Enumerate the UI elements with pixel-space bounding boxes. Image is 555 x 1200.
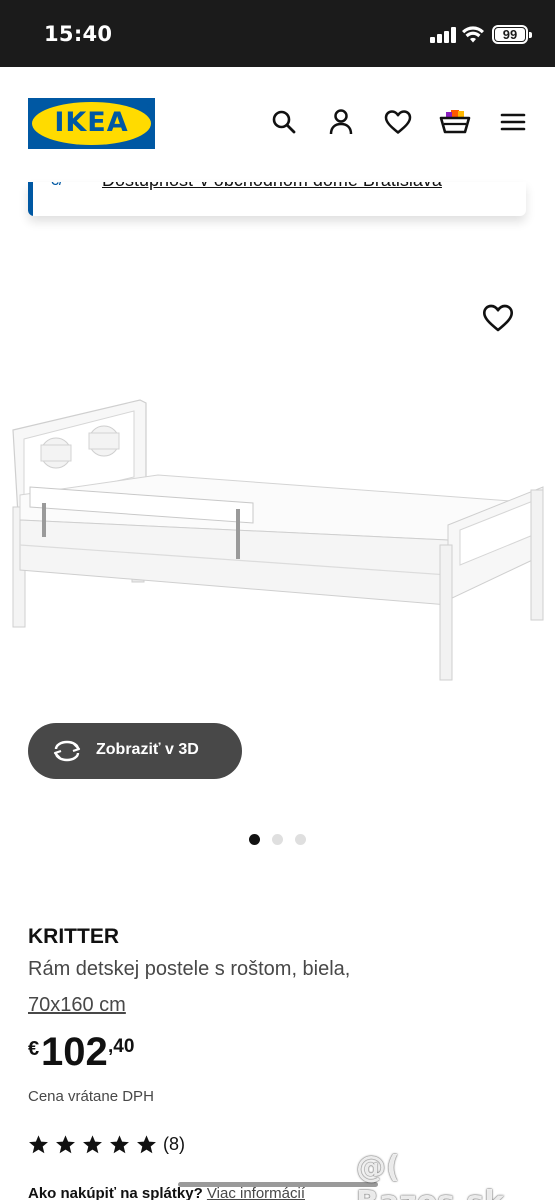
rotate-3d-icon <box>53 740 81 762</box>
installment-info: Ako nakúpiť na splátky? Viac informácií <box>28 1185 305 1200</box>
star-icon <box>137 1135 156 1154</box>
search-icon[interactable] <box>269 107 299 137</box>
product-description: Rám detskej postele s roštom, biela, <box>28 958 351 980</box>
store-icon: €/ <box>50 182 63 190</box>
status-time: 15:40 <box>44 22 113 46</box>
availability-banner[interactable]: €/ Dostupnosť v obchodnom dome Bratislav… <box>28 182 526 216</box>
logo-text: IKEA <box>54 107 129 138</box>
carousel-dot[interactable] <box>249 834 260 845</box>
ikea-logo[interactable]: IKEA ® <box>28 98 155 149</box>
star-icon <box>56 1135 75 1154</box>
price-integer: 102 <box>41 1030 108 1074</box>
installment-link[interactable]: Viac informácií <box>207 1185 305 1200</box>
view-3d-label: Zobraziť v 3D <box>96 741 199 758</box>
basket-icon[interactable] <box>438 107 472 137</box>
favourite-icon[interactable] <box>482 303 514 335</box>
site-header: IKEA ® <box>0 67 555 182</box>
star-icon <box>29 1135 48 1154</box>
home-indicator[interactable] <box>178 1182 378 1187</box>
price-decimals: ,40 <box>108 1036 135 1057</box>
vat-note: Cena vrátane DPH <box>28 1088 154 1105</box>
battery-level: 99 <box>495 28 525 41</box>
star-icon <box>83 1135 102 1154</box>
installment-question: Ako nakúpiť na splátky? <box>28 1185 203 1200</box>
watermark: @( Bazos.sk <box>356 1150 504 1200</box>
star-icon <box>110 1135 129 1154</box>
availability-link[interactable]: Dostupnosť v obchodnom dome Bratislava <box>102 182 442 191</box>
review-count[interactable]: (8) <box>163 1134 185 1155</box>
product-image[interactable] <box>8 395 548 685</box>
product-name: KRITTER <box>28 925 119 948</box>
menu-icon[interactable] <box>498 107 528 137</box>
wifi-icon <box>462 26 484 43</box>
signal-icon <box>430 27 456 43</box>
price-currency: € <box>28 1038 40 1060</box>
status-bar: 15:40 99 <box>0 0 555 67</box>
user-icon[interactable] <box>326 107 356 137</box>
view-3d-button[interactable]: Zobraziť v 3D <box>28 723 242 779</box>
carousel-dot[interactable] <box>272 834 283 845</box>
heart-icon[interactable] <box>383 107 413 137</box>
battery-icon: 99 <box>492 25 532 44</box>
carousel-dot[interactable] <box>295 834 306 845</box>
product-size-link[interactable]: 70x160 cm <box>28 994 126 1017</box>
